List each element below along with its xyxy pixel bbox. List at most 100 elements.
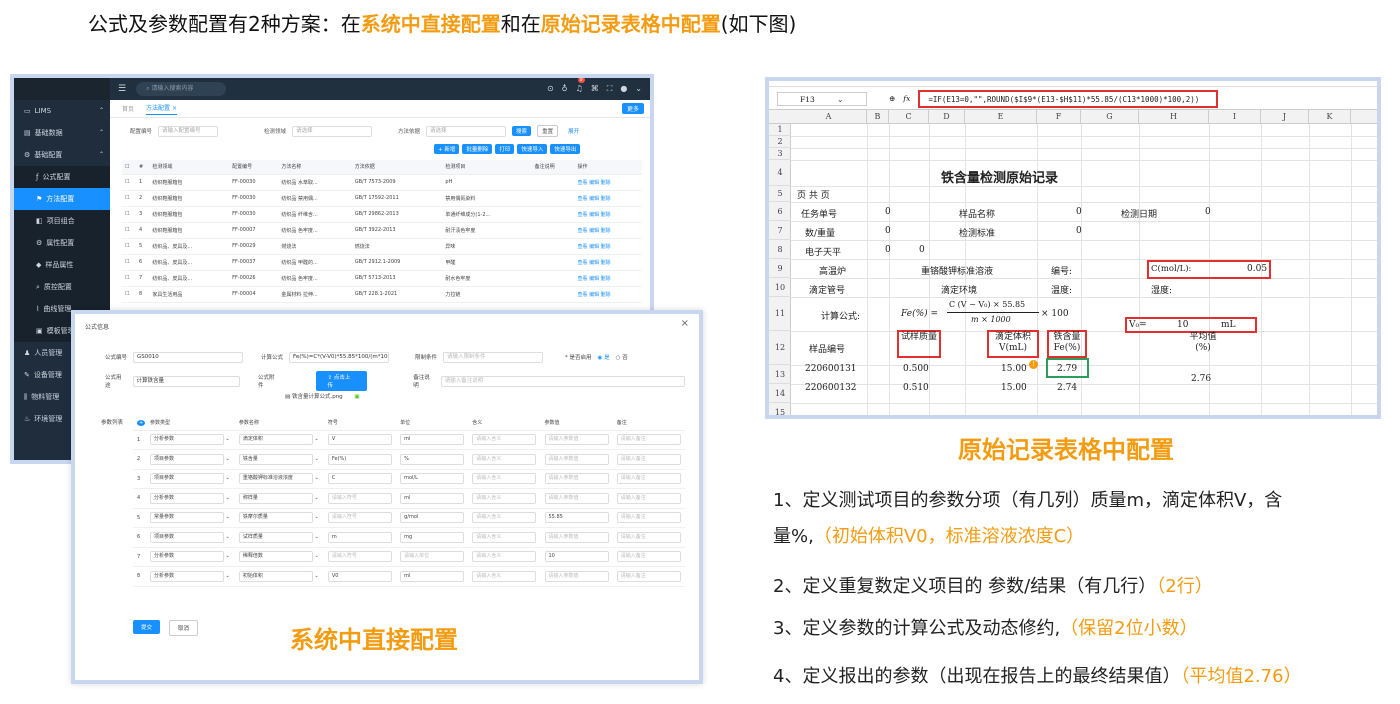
param-input[interactable]: 试样质量 (238, 531, 313, 543)
row-number[interactable]: 15 (769, 403, 791, 415)
table-row[interactable]: ☐ 2 纺织鞋服箱包 FF-00030 纺织品 禁用偶... GB/T 17592-201… (122, 190, 642, 207)
param-input[interactable]: 请输入含义 (472, 551, 537, 563)
row-number[interactable]: 11 (769, 297, 791, 331)
quantity-value[interactable]: 0 (885, 226, 891, 236)
row-actions[interactable]: 查看 编辑 删除 (574, 270, 642, 287)
column-letter[interactable]: I (1209, 110, 1261, 124)
row-number[interactable]: 6 (769, 202, 791, 221)
tab-home[interactable]: 首页 (122, 104, 134, 113)
formula-usage-field[interactable]: 计算铁含量 (132, 375, 241, 387)
sample-no-cell[interactable]: 220600131 (805, 364, 857, 374)
param-input[interactable]: 请输入备注 (616, 453, 681, 465)
row-number[interactable]: 14 (769, 384, 791, 403)
row-number[interactable]: 13 (769, 365, 791, 384)
column-letter[interactable]: H (1139, 110, 1209, 124)
bell-icon[interactable]: ♫ 9 (576, 78, 585, 94)
reset-button[interactable]: 重置 (537, 125, 559, 137)
table-row[interactable]: ☐ 4 纺织鞋服箱包 FF-00007 纺织品 色牢度... GB/T 3922-2013… (122, 222, 642, 239)
row-number[interactable]: 3 (769, 148, 791, 160)
param-input[interactable]: 请输入含义 (472, 531, 537, 543)
add-param-button[interactable]: + (133, 416, 146, 431)
param-input[interactable]: 分析参数 (149, 434, 224, 446)
row-checkbox[interactable]: ☐ (122, 222, 136, 239)
param-input[interactable]: 项目参数 (149, 473, 224, 485)
field-select[interactable]: 请选择 (292, 125, 373, 137)
param-input[interactable]: 请输入参数值 (544, 492, 609, 504)
column-header[interactable]: 方法依据 (351, 160, 443, 175)
param-input[interactable]: 铁摩尔质量 (238, 512, 313, 524)
volume-cell[interactable]: 15.00 (1001, 383, 1027, 393)
sample-no-cell[interactable]: 220600132 (805, 383, 857, 393)
enable-no-radio[interactable]: ○ 否 (616, 353, 628, 361)
attachment-file[interactable]: ▤ 铁含量计算公式.png ▣ (285, 392, 685, 400)
row-number[interactable]: 5 (769, 186, 791, 202)
cancel-button[interactable]: 取消 (169, 620, 199, 636)
formula-input[interactable]: =IF(E13=0,"",ROUND($I$9*(E13-$H$11)*55.8… (918, 89, 1219, 108)
test-date-value[interactable]: 0 (1205, 207, 1211, 217)
param-input[interactable]: 称样量 (238, 492, 313, 504)
column-letter[interactable]: G (1081, 110, 1139, 124)
param-input[interactable]: 请输入参数值 (544, 473, 609, 485)
sidebar-item[interactable]: ▭ LIMS ⌃ (14, 100, 110, 122)
param-input[interactable]: 请输入符号 (327, 512, 392, 524)
volume-cell[interactable]: 15.00 (1001, 364, 1027, 374)
row-checkbox[interactable]: ☐ (122, 254, 136, 271)
mass-cell[interactable]: 0.500 (903, 364, 929, 374)
column-letter[interactable]: J (1261, 110, 1309, 124)
param-input[interactable]: g/mol (400, 512, 465, 524)
limit-condition-field[interactable]: 请输入限制条件 (443, 351, 544, 363)
config-code-input[interactable]: 请输入配置编号 (158, 125, 219, 137)
row-number[interactable]: 1 (769, 124, 791, 136)
row-number[interactable]: 12 (769, 331, 791, 365)
column-letter[interactable]: F (1037, 110, 1081, 124)
toolbar-action-button[interactable]: 快速导出 (550, 144, 581, 154)
v0-value[interactable]: 10 (1177, 320, 1188, 330)
row-actions[interactable]: 查看 编辑 删除 (574, 206, 642, 223)
column-header[interactable]: 备注说明 (531, 160, 575, 175)
conc-value[interactable]: 0.05 (1247, 264, 1267, 274)
toolbar-action-button[interactable]: + 新增 (434, 144, 460, 154)
avatar[interactable]: ● (620, 84, 627, 94)
param-input[interactable]: 55.85 (544, 512, 609, 524)
sidebar-item[interactable]: ⚙ 属性配置 (14, 232, 110, 254)
sidebar-item[interactable]: ◧ 项目组合 (14, 210, 110, 232)
param-input[interactable]: 滴定体积 (238, 434, 313, 446)
param-input[interactable]: mg (400, 531, 465, 543)
expand-button[interactable]: 展开 (564, 126, 583, 136)
row-checkbox[interactable]: ☐ (122, 270, 136, 287)
row-checkbox[interactable]: ☐ (122, 286, 136, 303)
note-field[interactable]: 请输入备注说明 (440, 375, 685, 387)
sample-name-value[interactable]: 0 (1076, 207, 1082, 217)
param-input[interactable]: 请输入备注 (616, 492, 681, 504)
toolbar-action-button[interactable]: 快速导入 (517, 144, 548, 154)
fullscreen-icon[interactable]: ⛶ (607, 84, 613, 94)
formula-expression-field[interactable]: Fe(%)=C*(V-V0)*55.85*100/(m*1000 (289, 351, 390, 363)
basis-select[interactable]: 请选择 (426, 125, 507, 137)
standard-value[interactable]: 0 (1076, 226, 1082, 236)
table-row[interactable]: ☐ 8 家具生活用品 FF-00004 金属材料 拉伸... GB/T 228.1-202… (122, 286, 642, 303)
param-input[interactable]: 请输入含义 (472, 434, 537, 446)
close-icon[interactable]: × (681, 318, 689, 329)
row-number[interactable]: 9 (769, 259, 791, 278)
param-input[interactable]: 分析参数 (149, 551, 224, 563)
param-input[interactable]: 稀释倍数 (238, 551, 313, 563)
param-input[interactable]: 铁含量 (238, 453, 313, 465)
param-input[interactable]: Fe(%) (327, 453, 392, 465)
sidebar-item[interactable]: ▤ 基础数据 ⌃ (14, 122, 110, 144)
column-letter[interactable]: B (867, 110, 889, 124)
param-input[interactable]: 请输入含义 (472, 570, 537, 582)
param-input[interactable]: C (327, 473, 392, 485)
column-letter[interactable]: E (965, 110, 1037, 124)
param-input[interactable]: % (400, 453, 465, 465)
table-row[interactable]: ☐ 7 纺织品、皮具及... FF-00026 纺织品 色牢度... GB/T 5713-… (122, 270, 642, 287)
column-header[interactable]: 操作 (574, 160, 642, 175)
param-input[interactable]: 请输入含义 (472, 512, 537, 524)
row-number[interactable]: 2 (769, 136, 791, 148)
param-input[interactable]: 请输入含义 (472, 473, 537, 485)
table-row[interactable]: ☐ 1 纺织鞋服箱包 FF-00030 纺织品 水萃取... GB/T 7573-2009… (122, 174, 642, 191)
sidebar-item[interactable]: ◆ 样品属性 (14, 254, 110, 276)
shirt-icon[interactable]: ♁ (562, 84, 568, 94)
row-checkbox[interactable]: ☐ (122, 206, 136, 223)
table-row[interactable]: ☐ 5 纺织品、皮具及... FF-00029 燃烧法 燃烧法 异味 查看 编辑 删除 (122, 238, 642, 255)
search-button[interactable]: 搜索 (512, 126, 532, 136)
